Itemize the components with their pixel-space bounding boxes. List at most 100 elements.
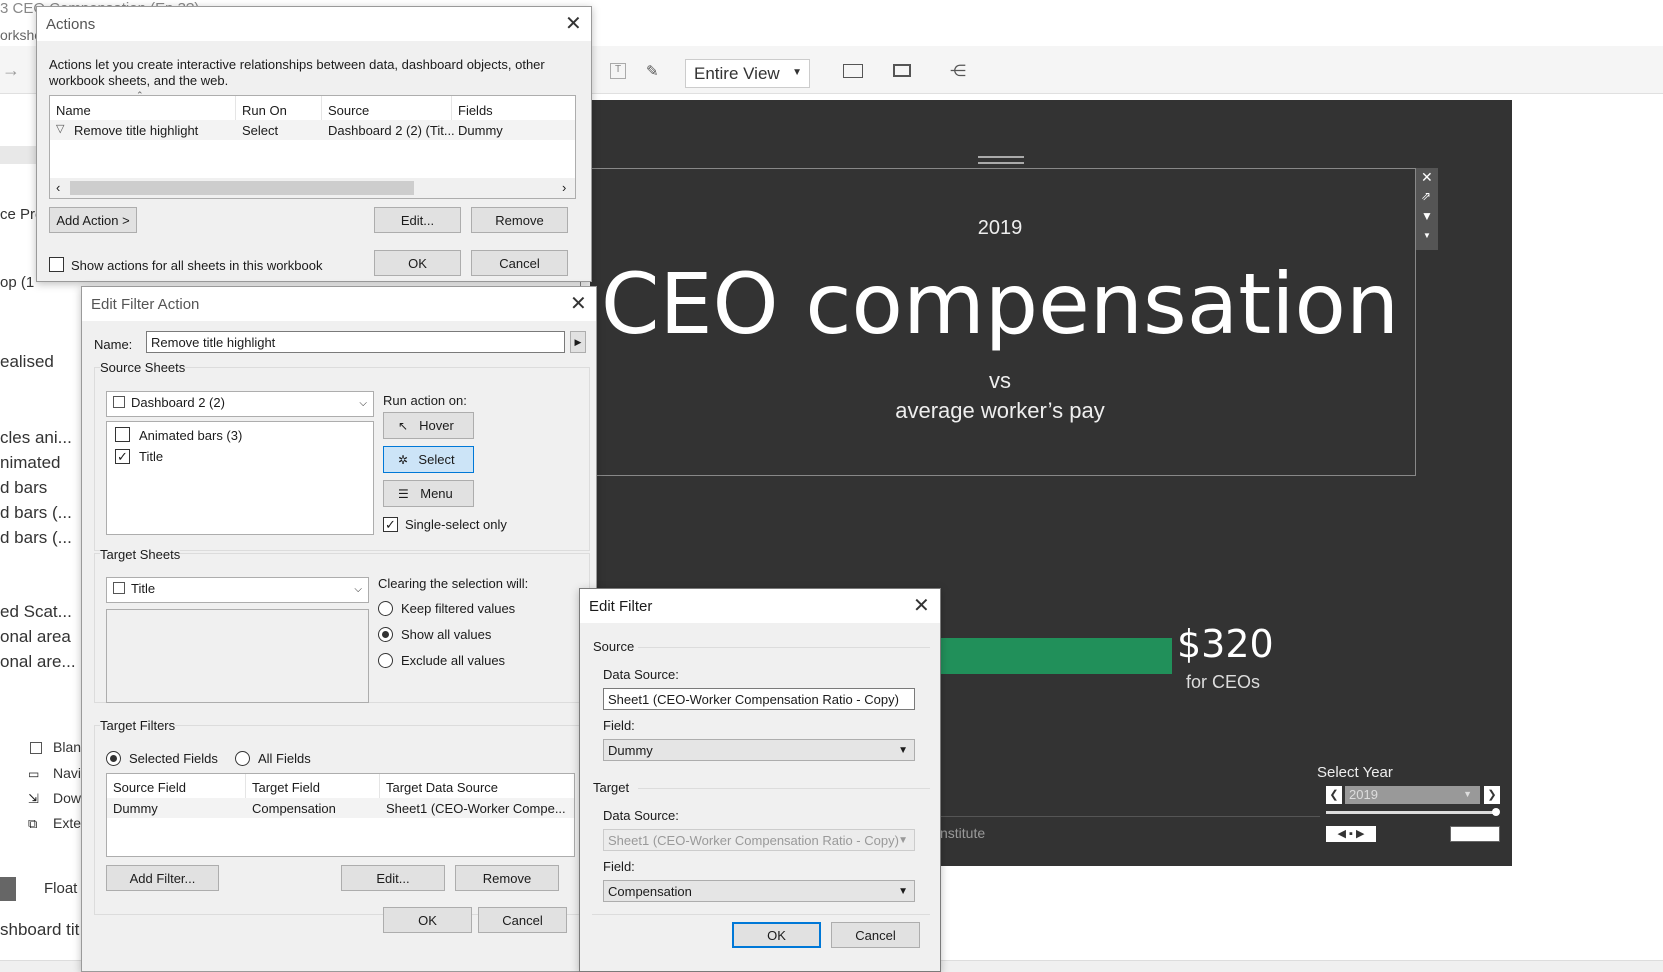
object-navigation[interactable]: Navi bbox=[53, 765, 81, 781]
select-year-label: Select Year bbox=[1317, 764, 1393, 781]
sheet-item[interactable]: d bars (... bbox=[0, 503, 72, 523]
show-dashboard-title[interactable]: shboard tit bbox=[0, 920, 79, 940]
sheet-item[interactable]: d bars bbox=[0, 478, 47, 498]
remove-filter-button[interactable]: Remove bbox=[455, 865, 559, 891]
prev-year-button[interactable]: ❮ bbox=[1326, 786, 1342, 804]
target-sheet-select[interactable]: Title ⌵ bbox=[106, 577, 369, 603]
source-data-source-field[interactable]: Sheet1 (CEO-Worker Compensation Ratio - … bbox=[603, 688, 915, 710]
source-section-label: Source bbox=[593, 639, 635, 654]
object-extension[interactable]: Exte bbox=[53, 815, 81, 831]
sheet-checkbox[interactable]: ✓ bbox=[115, 449, 130, 464]
column-header[interactable]: Target Data Source bbox=[380, 774, 575, 798]
scroll-right-icon[interactable]: › bbox=[562, 180, 566, 195]
add-action-button[interactable]: Add Action > bbox=[49, 207, 137, 233]
object-blank[interactable]: Blan bbox=[53, 739, 81, 755]
ceo-bar[interactable] bbox=[940, 638, 1172, 674]
single-select-checkbox[interactable]: ✓ bbox=[383, 517, 398, 532]
chevron-down-icon: ⌵ bbox=[354, 584, 362, 595]
next-year-button[interactable]: ❯ bbox=[1484, 786, 1500, 804]
sheet-checkbox[interactable] bbox=[115, 427, 130, 442]
clear-option-radio[interactable] bbox=[378, 627, 393, 642]
target-field-select[interactable]: Compensation ▼ bbox=[603, 880, 915, 902]
remove-action-button[interactable]: Remove bbox=[471, 207, 568, 233]
target-sheets-list bbox=[106, 609, 369, 703]
presentation-icon[interactable] bbox=[893, 64, 911, 77]
action-run-on: Select bbox=[242, 123, 279, 138]
column-header[interactable]: Source Field bbox=[107, 774, 246, 798]
more-options-icon[interactable]: ▼ bbox=[1423, 231, 1431, 240]
edit-filter-dialog: Edit Filter ✕ Source Data Source: Sheet1… bbox=[579, 588, 941, 972]
menu-label: Menu bbox=[420, 486, 453, 501]
column-header[interactable]: Fields bbox=[452, 96, 576, 120]
source-dashboard-select[interactable]: Dashboard 2 (2) ⌵ bbox=[106, 391, 374, 417]
chevron-down-icon: ▼ bbox=[1463, 789, 1472, 799]
sheet-item[interactable]: onal area bbox=[0, 627, 71, 647]
show-me-icon[interactable] bbox=[843, 64, 863, 78]
close-icon[interactable]: ✕ bbox=[913, 596, 930, 616]
scroll-thumb[interactable] bbox=[70, 181, 414, 195]
download-icon: ⇲ bbox=[28, 791, 39, 806]
view-select[interactable]: Entire View ▼ bbox=[685, 59, 810, 88]
sheet-item[interactable]: cles ani... bbox=[0, 428, 72, 448]
source-field-select[interactable]: Dummy ▼ bbox=[603, 739, 915, 761]
object-download[interactable]: Dow bbox=[53, 790, 81, 806]
cancel-button[interactable]: Cancel bbox=[471, 250, 568, 276]
clear-option-radio[interactable] bbox=[378, 601, 393, 616]
hover-button[interactable]: ↖ Hover bbox=[383, 412, 474, 439]
filter-icon[interactable]: ▼ bbox=[1421, 209, 1433, 223]
selected-fields-radio[interactable] bbox=[106, 751, 121, 766]
name-insert-button[interactable]: ▶ bbox=[570, 331, 586, 353]
menu-button[interactable]: ☰ Menu bbox=[383, 480, 474, 507]
source-dashboard-value: Dashboard 2 (2) bbox=[131, 395, 225, 410]
cancel-button[interactable]: Cancel bbox=[478, 907, 567, 933]
drag-handle[interactable] bbox=[978, 156, 1024, 164]
layout-toggle-icon[interactable] bbox=[1450, 826, 1500, 842]
action-source: Dashboard 2 (2) (Tit... bbox=[328, 123, 455, 138]
year-slider-thumb[interactable] bbox=[1492, 808, 1500, 816]
select-button[interactable]: ✲ Select bbox=[383, 446, 474, 473]
share-icon[interactable]: ⋲ bbox=[950, 61, 966, 81]
edit-filter-button[interactable]: Edit... bbox=[341, 865, 445, 891]
close-icon[interactable]: ✕ bbox=[570, 294, 587, 314]
name-field[interactable]: Remove title highlight bbox=[146, 331, 565, 353]
column-header[interactable]: Name bbox=[50, 96, 236, 120]
ok-button[interactable]: OK bbox=[374, 250, 461, 276]
column-header[interactable]: Target Field bbox=[246, 774, 380, 798]
select-label: Select bbox=[418, 452, 455, 467]
cancel-button[interactable]: Cancel bbox=[831, 922, 920, 948]
text-icon[interactable]: T bbox=[610, 63, 626, 79]
column-header[interactable]: Run On bbox=[236, 96, 322, 120]
forward-icon[interactable]: → bbox=[2, 60, 20, 81]
scroll-left-icon[interactable]: ‹ bbox=[56, 180, 60, 195]
sheet-item[interactable]: nimated bbox=[0, 453, 60, 473]
close-icon[interactable]: ✕ bbox=[565, 14, 582, 34]
table-row[interactable]: ▽ Remove title highlight Select Dashboar… bbox=[50, 120, 575, 140]
close-icon[interactable]: ✕ bbox=[1421, 169, 1433, 186]
clear-option-radio[interactable] bbox=[378, 653, 393, 668]
show-all-checkbox[interactable] bbox=[49, 257, 64, 272]
pin-icon[interactable]: ✎ bbox=[646, 62, 659, 80]
sheet-item[interactable]: ed Scat... bbox=[0, 602, 72, 622]
single-select-label: Single-select only bbox=[405, 517, 507, 532]
chevron-down-icon: ▼ bbox=[898, 835, 908, 846]
year-slider-track[interactable] bbox=[1326, 811, 1496, 814]
floating-tab[interactable]: Float bbox=[44, 880, 77, 897]
sheet-item[interactable]: onal are... bbox=[0, 652, 76, 672]
all-fields-radio[interactable] bbox=[235, 751, 250, 766]
dashboard-title: CEO compensation bbox=[600, 255, 1400, 353]
selected-fields-label: Selected Fields bbox=[129, 751, 218, 766]
edit-action-button[interactable]: Edit... bbox=[374, 207, 461, 233]
ok-button[interactable]: OK bbox=[383, 907, 472, 933]
section-divider bbox=[638, 647, 930, 648]
year-select[interactable]: 2019 ▼ bbox=[1345, 786, 1480, 804]
column-header[interactable]: Source bbox=[322, 96, 452, 120]
open-icon[interactable]: ⇗ bbox=[1421, 189, 1431, 203]
horizontal-scrollbar[interactable]: ‹ › bbox=[50, 178, 575, 198]
tiled-tab[interactable] bbox=[0, 877, 16, 901]
ok-button[interactable]: OK bbox=[732, 922, 821, 948]
add-filter-button[interactable]: Add Filter... bbox=[106, 865, 219, 891]
sheet-item[interactable]: d bars (... bbox=[0, 528, 72, 548]
playback-controls[interactable]: ◀ ▪ ▶ bbox=[1326, 826, 1376, 842]
target-sheet-value: Title bbox=[131, 581, 156, 596]
table-row[interactable]: Dummy Compensation Sheet1 (CEO-Worker Co… bbox=[107, 798, 574, 818]
